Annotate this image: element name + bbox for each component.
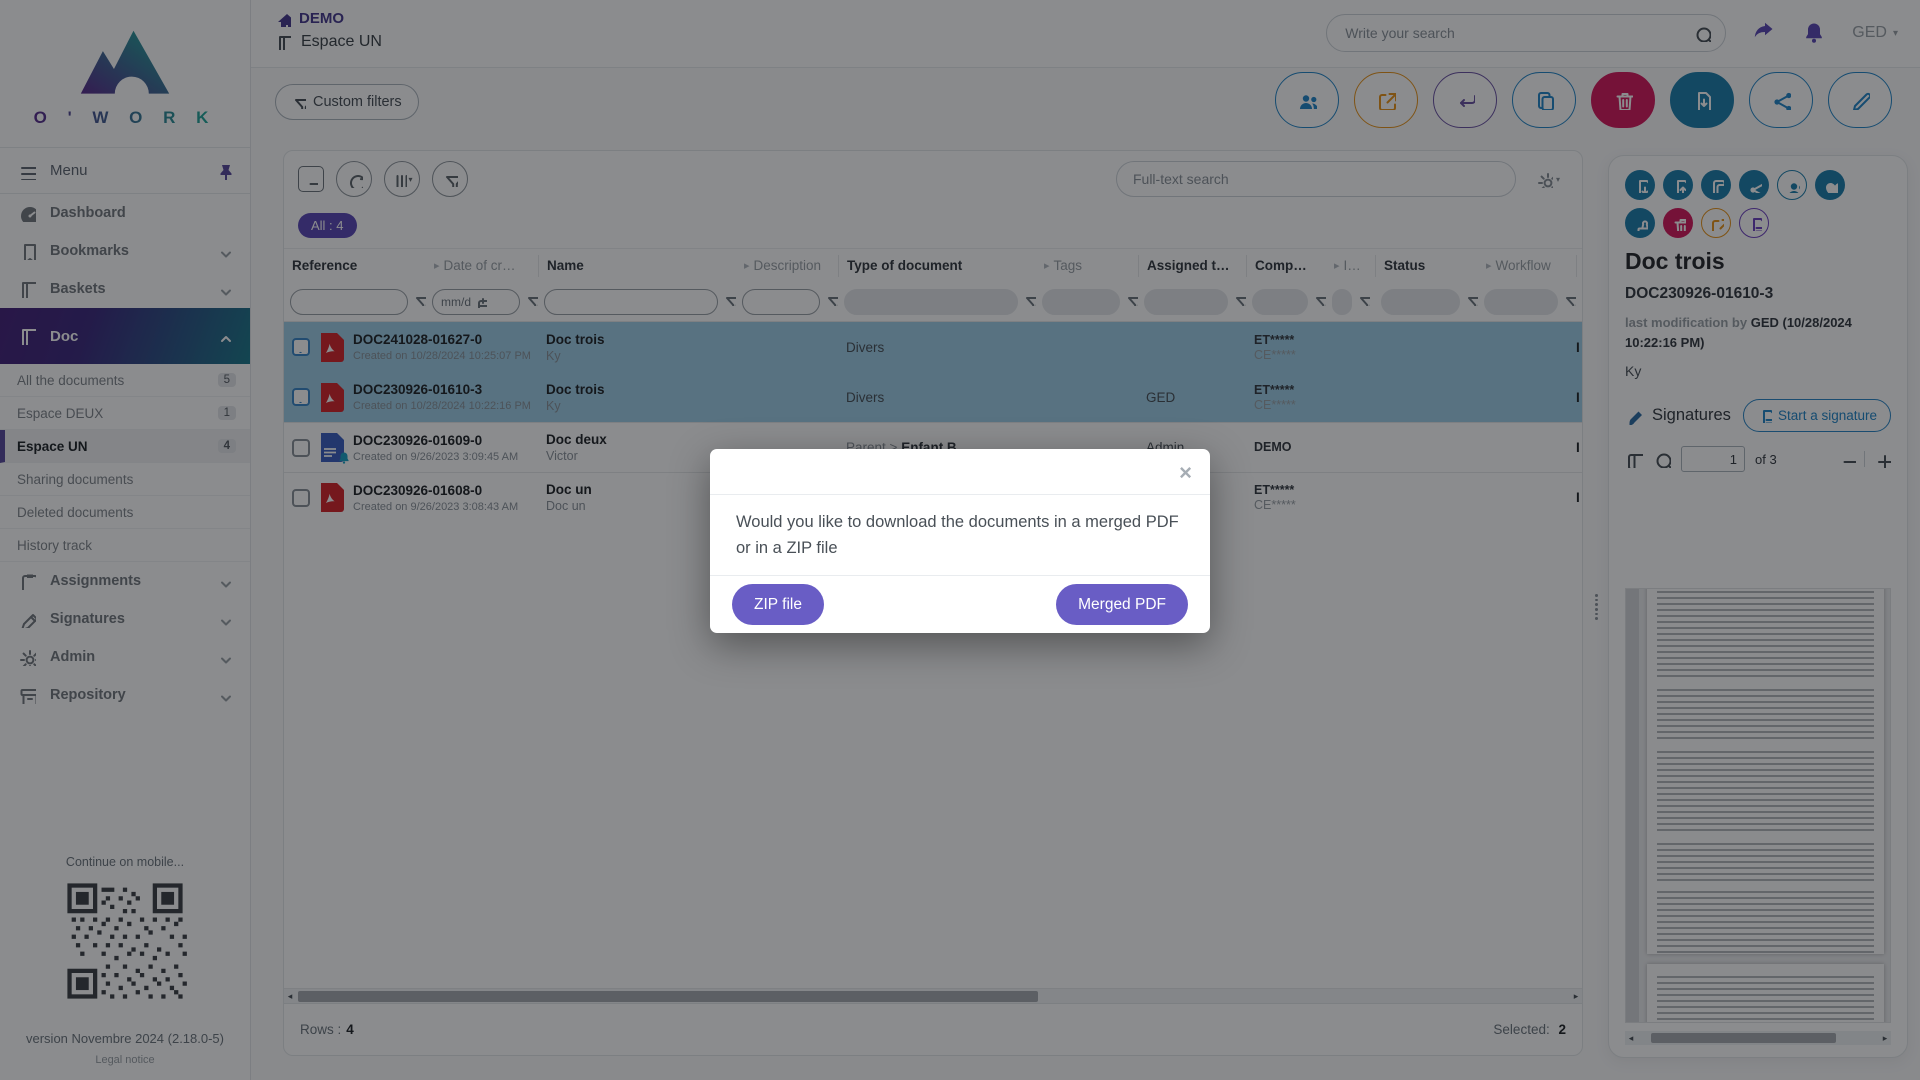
dialog-footer: ZIP file Merged PDF: [710, 575, 1210, 633]
close-icon[interactable]: ×: [1179, 462, 1192, 484]
app-root: O ' W O R K Menu Dashboard Bookmarks Bas…: [0, 0, 1920, 1080]
merged-pdf-button[interactable]: Merged PDF: [1056, 584, 1188, 625]
dialog-message: Would you like to download the documents…: [710, 495, 1210, 576]
download-choice-dialog: × Would you like to download the documen…: [710, 449, 1210, 633]
dialog-header: ×: [710, 449, 1210, 495]
zip-file-button[interactable]: ZIP file: [732, 584, 824, 625]
